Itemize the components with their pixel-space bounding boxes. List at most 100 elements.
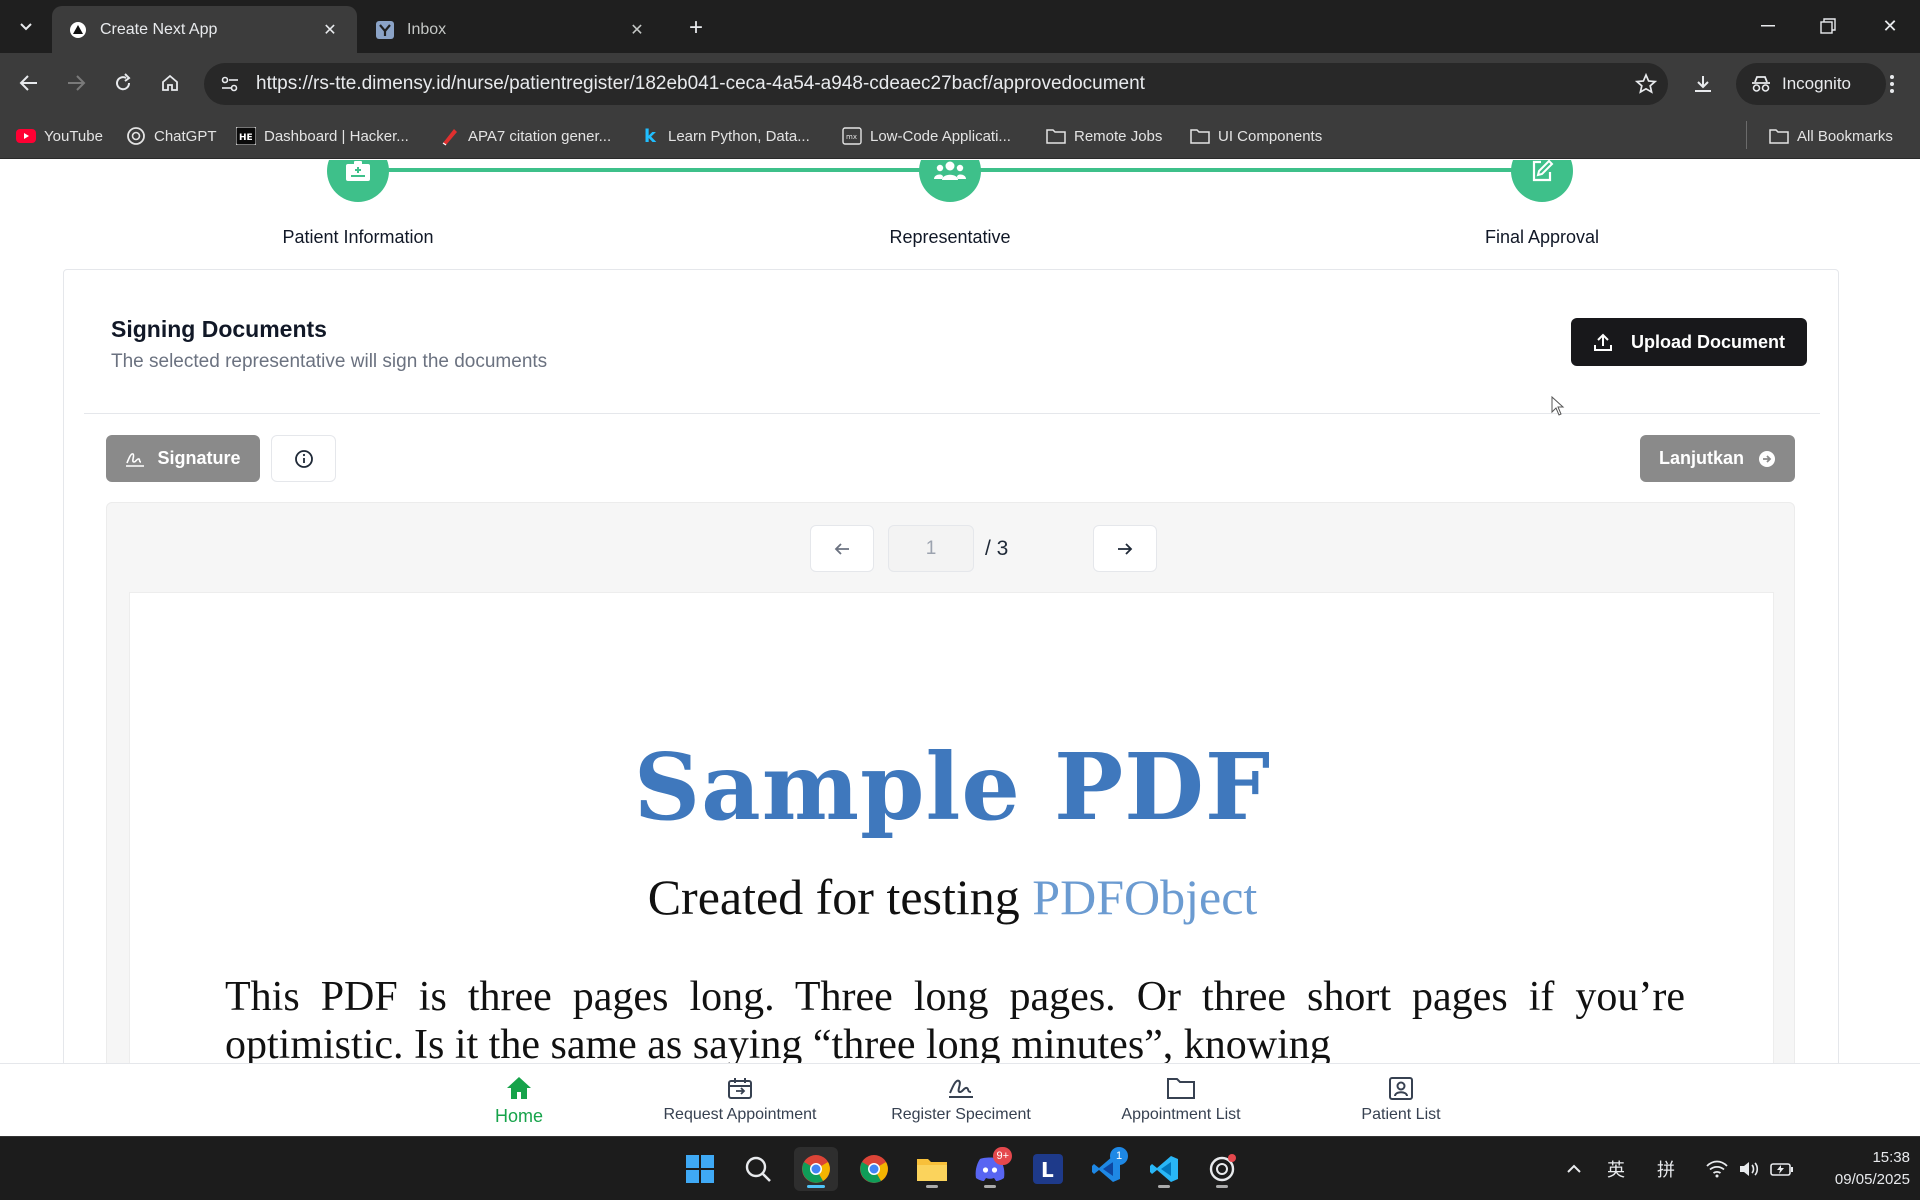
wifi-icon[interactable]	[1706, 1137, 1728, 1200]
address-bar[interactable]: https://rs-tte.dimensy.id/nurse/patientr…	[204, 63, 1668, 105]
notification-badge: 1	[1110, 1147, 1128, 1165]
bookmark-apa7[interactable]: APA7 citation gener...	[440, 122, 611, 150]
discord-icon[interactable]: 9+	[968, 1147, 1012, 1191]
chrome-active-icon[interactable]	[794, 1147, 838, 1191]
stepper-connector	[358, 168, 958, 172]
system-clock[interactable]: 15:38 09/05/2025	[1800, 1147, 1910, 1191]
restore-window-icon[interactable]	[1808, 8, 1848, 44]
lanjutkan-button[interactable]: Lanjutkan	[1640, 435, 1795, 482]
nav-appointment-list[interactable]: Appointment List	[1081, 1076, 1281, 1124]
arrow-right-icon	[1118, 542, 1133, 555]
vscode-icon[interactable]	[1142, 1147, 1186, 1191]
hackerrank-icon: HE	[236, 126, 256, 146]
info-button[interactable]	[271, 435, 336, 482]
upload-document-label: Upload Document	[1630, 331, 1785, 352]
step-patient-information-icon	[327, 160, 389, 202]
arrow-circle-right-icon	[1759, 450, 1775, 467]
bookmark-learn-python[interactable]: k Learn Python, Data...	[640, 122, 810, 150]
tab-create-next-app[interactable]: Create Next App ✕	[52, 6, 357, 53]
nav-label: Patient List	[1361, 1106, 1441, 1123]
incognito-indicator[interactable]: Incognito	[1736, 63, 1886, 105]
all-bookmarks[interactable]: All Bookmarks	[1769, 122, 1893, 150]
bookmark-youtube[interactable]: YouTube	[16, 122, 103, 150]
patient-list-icon	[1389, 1077, 1413, 1100]
bookmark-folder-remote-jobs[interactable]: Remote Jobs	[1046, 122, 1162, 150]
svg-text:k: k	[644, 126, 657, 146]
tab-inbox[interactable]: Inbox ✕	[359, 6, 664, 53]
tray-overflow-chevron-icon[interactable]	[1566, 1137, 1582, 1200]
search-icon[interactable]	[736, 1147, 780, 1191]
pdf-title: Sample PDF	[633, 733, 1272, 841]
signing-documents-card: Signing Documents The selected represent…	[63, 269, 1839, 1063]
card-title: Signing Documents	[111, 316, 327, 342]
nav-request-appointment[interactable]: Request Appointment	[640, 1076, 840, 1124]
nav-label: Register Speciment	[891, 1106, 1031, 1123]
stepper-connector	[950, 168, 1545, 172]
site-info-tune-icon[interactable]	[210, 63, 250, 105]
page-total: / 3	[985, 537, 1009, 560]
bookmark-label: Learn Python, Data...	[668, 127, 810, 145]
close-tab-icon[interactable]: ✕	[319, 19, 341, 41]
page-content: Patient Information Representative Final…	[0, 160, 1920, 1063]
folder-icon	[1046, 126, 1066, 146]
browser-menu-kebab-icon[interactable]	[1874, 65, 1910, 103]
previous-page-button[interactable]	[810, 525, 874, 572]
nav-home[interactable]: Home	[419, 1076, 619, 1127]
next-page-button[interactable]	[1093, 525, 1157, 572]
bookmarks-bar: YouTube ChatGPT HE Dashboard | Hacker...…	[0, 113, 1920, 159]
clock-time: 15:38	[1872, 1149, 1910, 1166]
ime-mode-indicator[interactable]: 拼	[1657, 1137, 1675, 1200]
upload-icon	[1593, 333, 1612, 351]
bookmark-label: ChatGPT	[154, 127, 217, 145]
l-app-icon[interactable]: L	[1026, 1147, 1070, 1191]
forward-arrow-icon[interactable]	[58, 65, 94, 101]
reload-icon[interactable]	[105, 65, 141, 101]
url-text[interactable]: https://rs-tte.dimensy.id/nurse/patientr…	[250, 73, 1624, 95]
vscode-insiders-icon[interactable]: 1	[1084, 1147, 1128, 1191]
openai-app-icon[interactable]	[1200, 1147, 1244, 1191]
battery-charging-icon[interactable]	[1770, 1137, 1794, 1200]
citation-tool-icon	[440, 126, 460, 146]
volume-icon[interactable]	[1738, 1137, 1760, 1200]
bottom-navigation: Home Request Appointment Register Specim…	[0, 1063, 1920, 1136]
page-number-input[interactable]: 1	[888, 525, 974, 572]
pdf-viewer: 1 / 3 Sample PDF Created for testing PDF…	[106, 502, 1795, 1063]
back-arrow-icon[interactable]	[11, 65, 47, 101]
pdf-subtitle-prefix: Created for testing	[647, 869, 1020, 925]
bookmark-chatgpt[interactable]: ChatGPT	[126, 122, 217, 150]
bookmark-hackerrank[interactable]: HE Dashboard | Hacker...	[236, 122, 409, 150]
pdf-page: Sample PDF Created for testing PDFObject…	[129, 592, 1774, 1063]
close-tab-icon[interactable]: ✕	[626, 19, 648, 41]
nav-register-speciment[interactable]: Register Speciment	[861, 1076, 1061, 1124]
pdf-subtitle: Created for testing PDFObject	[130, 868, 1775, 926]
chrome-icon[interactable]	[852, 1147, 896, 1191]
windows-start-icon[interactable]	[678, 1147, 722, 1191]
new-tab-plus-icon[interactable]: +	[680, 12, 712, 44]
bookmark-label: Dashboard | Hacker...	[264, 127, 409, 145]
kaggle-icon: k	[640, 126, 660, 146]
mouse-cursor-icon	[1551, 396, 1565, 416]
bookmark-folder-ui-components[interactable]: UI Components	[1190, 122, 1322, 150]
signature-button[interactable]: Signature	[106, 435, 260, 482]
nextjs-favicon-icon	[68, 20, 88, 40]
pdf-subtitle-link[interactable]: PDFObject	[1032, 869, 1257, 925]
tab-search-chevron-icon[interactable]	[8, 10, 44, 44]
minimize-window-icon[interactable]	[1748, 8, 1788, 44]
step-label-final-approval: Final Approval	[1484, 227, 1600, 247]
nav-label: Request Appointment	[663, 1106, 817, 1123]
request-appointment-icon	[728, 1078, 752, 1099]
bookmark-low-code[interactable]: mx Low-Code Applicati...	[842, 122, 1011, 150]
ime-language-indicator[interactable]: 英	[1607, 1137, 1625, 1200]
bookmark-label: Low-Code Applicati...	[870, 127, 1011, 145]
clock-date: 09/05/2025	[1834, 1171, 1910, 1188]
chatgpt-icon	[126, 126, 146, 146]
file-explorer-icon[interactable]	[910, 1147, 954, 1191]
download-icon[interactable]	[1684, 65, 1722, 103]
lanjutkan-label: Lanjutkan	[1658, 448, 1744, 468]
nav-patient-list[interactable]: Patient List	[1301, 1076, 1501, 1124]
upload-document-button[interactable]: Upload Document	[1571, 318, 1807, 366]
bookmark-label: Remote Jobs	[1074, 127, 1163, 145]
close-window-icon[interactable]: ✕	[1870, 8, 1910, 44]
home-browser-icon[interactable]	[152, 65, 188, 101]
bookmark-star-icon[interactable]	[1624, 63, 1668, 105]
